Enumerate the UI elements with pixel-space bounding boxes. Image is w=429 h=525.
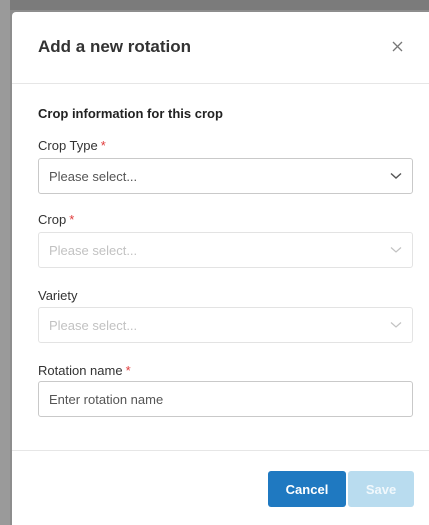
- crop-type-label: Crop Type *: [38, 138, 106, 153]
- required-mark: *: [100, 138, 106, 153]
- modal-title: Add a new rotation: [38, 37, 191, 56]
- save-button[interactable]: Save: [348, 471, 414, 507]
- crop-type-select[interactable]: Please select...: [38, 158, 413, 194]
- add-rotation-modal: Add a new rotation Crop information for …: [12, 12, 429, 525]
- variety-label: Variety: [38, 288, 78, 303]
- variety-value: Please select...: [49, 317, 138, 333]
- crop-label-text: Crop: [38, 212, 67, 227]
- modal-header: Add a new rotation: [12, 12, 429, 84]
- close-icon: [392, 41, 402, 51]
- variety-select[interactable]: Please select...: [38, 307, 413, 343]
- rotation-name-placeholder: Enter rotation name: [49, 391, 164, 407]
- modal-footer: Cancel Save: [12, 450, 429, 525]
- chevron-down-icon: [390, 247, 402, 253]
- chevron-down-icon: [390, 322, 402, 328]
- required-mark: *: [125, 363, 131, 378]
- close-button[interactable]: [389, 38, 405, 54]
- section-title: Crop information for this crop: [38, 106, 223, 121]
- required-mark: *: [69, 212, 75, 227]
- rotation-name-label: Rotation name *: [38, 363, 131, 378]
- rotation-name-label-text: Rotation name: [38, 363, 123, 378]
- crop-type-value: Please select...: [49, 168, 138, 184]
- cancel-button[interactable]: Cancel: [268, 471, 346, 507]
- backdrop-edge: [0, 0, 10, 525]
- chevron-down-icon: [390, 172, 402, 179]
- crop-value: Please select...: [49, 242, 138, 258]
- crop-type-label-text: Crop Type: [38, 138, 98, 153]
- backdrop: [0, 0, 429, 10]
- crop-select[interactable]: Please select...: [38, 232, 413, 268]
- crop-label: Crop *: [38, 212, 74, 227]
- rotation-name-input[interactable]: Enter rotation name: [38, 381, 413, 417]
- variety-label-text: Variety: [38, 288, 78, 303]
